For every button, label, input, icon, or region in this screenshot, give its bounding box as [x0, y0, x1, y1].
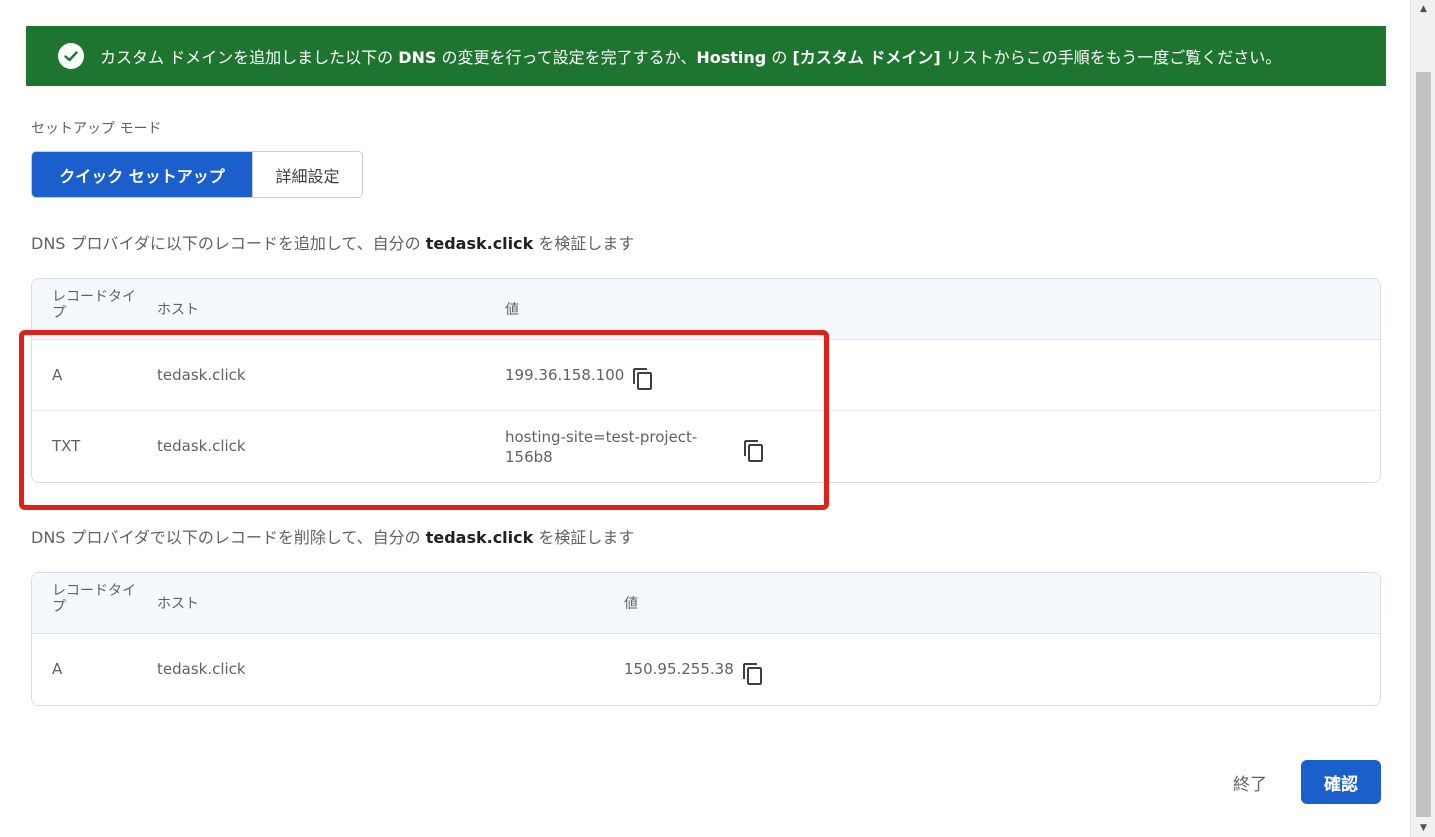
success-banner: カスタム ドメインを追加しました以下の DNS の変更を行って設定を完了するか、… [26, 26, 1386, 86]
vertical-scrollbar[interactable]: ▲ ▼ [1410, 0, 1435, 837]
scroll-up-arrow-icon[interactable]: ▲ [1411, 0, 1435, 18]
dialog: カスタム ドメインを追加しました以下の DNS の変更を行って設定を完了するか、… [0, 0, 1435, 837]
record-type: A [52, 660, 63, 678]
confirm-button[interactable]: 確認 [1301, 760, 1381, 804]
header-host: ホスト [157, 302, 199, 318]
table-row: A tedask.click 150.95.255.38 [32, 634, 1380, 705]
table-row: A tedask.click 199.36.158.100 [32, 340, 1380, 411]
record-value: hosting-site=test-project- 156b8 [505, 428, 698, 466]
scroll-down-arrow-icon[interactable]: ▼ [1411, 819, 1435, 837]
header-record-type: レコードタイプ [52, 289, 136, 321]
add-records-table: レコードタイプ ホスト 値 A tedask.click 199.36.158.… [31, 278, 1381, 483]
header-value: 値 [505, 302, 519, 318]
scroll-thumb[interactable] [1416, 72, 1431, 817]
record-type: A [52, 366, 63, 384]
header-value: 値 [624, 596, 638, 612]
table-header: レコードタイプ ホスト 値 [32, 279, 1380, 340]
record-value: 199.36.158.100 [505, 366, 625, 384]
advanced-setup-button[interactable]: 詳細設定 [252, 152, 362, 197]
header-host: ホスト [157, 596, 199, 612]
record-host: tedask.click [157, 366, 246, 384]
copy-icon[interactable] [741, 662, 765, 686]
record-value: 150.95.255.38 [624, 660, 734, 678]
header-record-type: レコードタイプ [52, 583, 136, 615]
remove-records-table: レコードタイプ ホスト 値 A tedask.click 150.95.255.… [31, 572, 1381, 706]
add-records-instruction: DNS プロバイダに以下のレコードを追加して、自分の tedask.click … [31, 234, 635, 253]
quick-setup-button[interactable]: クイック セットアップ [32, 152, 252, 197]
table-header: レコードタイプ ホスト 値 [32, 573, 1380, 634]
copy-icon[interactable] [631, 367, 655, 391]
table-row: TXT tedask.click hosting-site=test-proje… [32, 411, 1380, 482]
check-circle-icon [58, 43, 84, 69]
setup-mode-label: セットアップ モード [31, 121, 162, 137]
remove-records-instruction: DNS プロバイダで以下のレコードを削除して、自分の tedask.click … [31, 528, 635, 547]
copy-icon[interactable] [742, 439, 766, 463]
record-host: tedask.click [157, 660, 246, 678]
record-host: tedask.click [157, 437, 246, 455]
record-type: TXT [52, 437, 81, 455]
banner-message: カスタム ドメインを追加しました以下の DNS の変更を行って設定を完了するか、… [100, 48, 1282, 67]
setup-mode-toggle: クイック セットアップ 詳細設定 [31, 151, 363, 198]
end-button[interactable]: 終了 [1233, 770, 1267, 795]
